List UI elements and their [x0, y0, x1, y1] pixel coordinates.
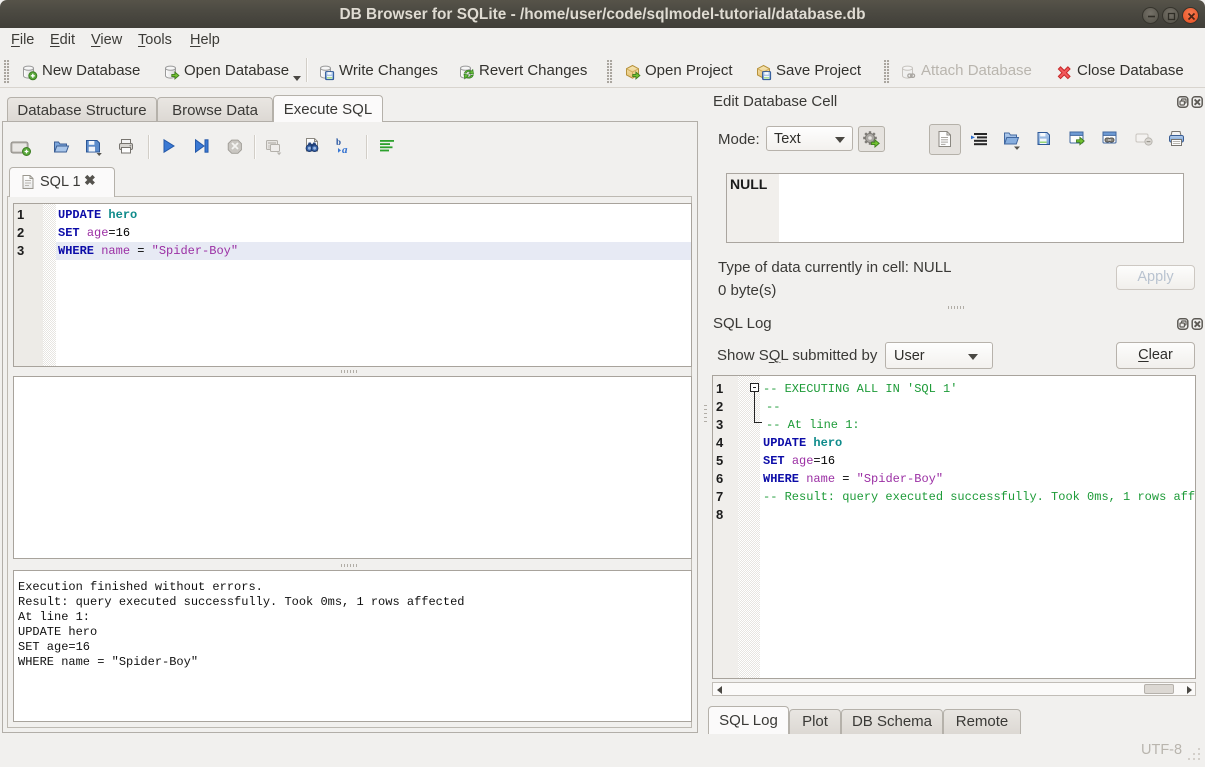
svg-text:a: a [342, 144, 348, 155]
svg-text:b: b [336, 137, 341, 147]
